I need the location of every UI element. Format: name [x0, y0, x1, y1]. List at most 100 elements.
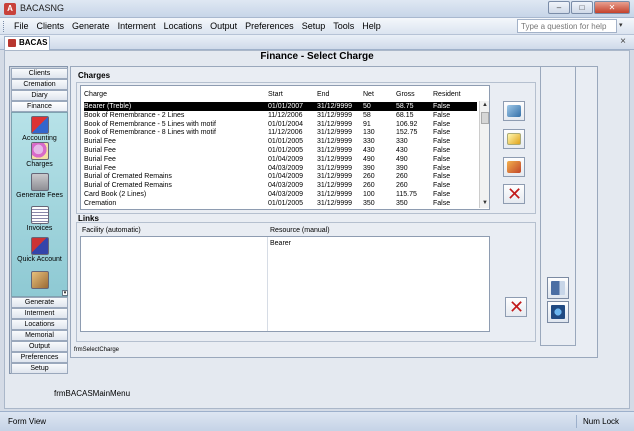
table-row[interactable]: Book of Remembrance - 8 Lines with motif… — [84, 128, 477, 137]
cell-net: 350 — [363, 199, 375, 207]
close-document-icon[interactable]: × — [620, 36, 626, 47]
charges-column-headers: Charge Start End Net Gross Resident — [84, 91, 484, 101]
cell-net: 390 — [363, 164, 375, 172]
resource-value[interactable]: Bearer — [270, 240, 291, 247]
cell-net: 130 — [363, 129, 375, 137]
column-header-net[interactable]: Net — [363, 91, 374, 98]
table-row[interactable]: Burial Fee 01/04/2009 31/12/9999 490 490 Fals… — [84, 155, 477, 164]
cell-start: 04/03/2009 — [268, 191, 304, 198]
table-row[interactable]: Burial Fee 01/01/2005 31/12/9999 430 430 Fals… — [84, 146, 477, 155]
column-header-gross[interactable]: Gross — [396, 91, 415, 98]
cell-gross: 260 — [396, 173, 408, 181]
nav-button-clients[interactable]: Clients — [11, 68, 68, 79]
nav-button-finance[interactable]: Finance — [11, 101, 68, 112]
table-row[interactable]: Book of Remembrance - 5 Lines with motif… — [84, 120, 477, 129]
new-charge-button[interactable] — [503, 129, 525, 149]
nav-button-diary[interactable]: Diary — [11, 90, 68, 101]
menu-item-file[interactable]: File — [10, 21, 33, 32]
menu-item-tools[interactable]: Tools — [329, 21, 358, 32]
cell-charge: Bearer (Treble) — [84, 103, 132, 110]
navigation-pane: ▾ Accounting Charges Generate Fees Invoices… — [9, 66, 68, 374]
column-header-charge[interactable]: Charge — [84, 91, 107, 98]
nav-tile-accounting[interactable]: Accounting — [12, 116, 67, 143]
cell-gross: 106.92 — [396, 120, 418, 128]
cell-resident: False — [433, 155, 451, 163]
column-header-resource[interactable]: Resource (manual) — [270, 227, 330, 234]
cell-charge: Book of Remembrance - 5 Lines with motif — [84, 120, 216, 128]
nav-button-interment[interactable]: Interment — [11, 308, 68, 319]
menu-item-help[interactable]: Help — [358, 21, 385, 32]
nav-tile-quick-account[interactable]: Quick Account — [12, 237, 67, 264]
nav-button-setup[interactable]: Setup — [11, 363, 68, 374]
help-dropdown-icon[interactable]: ▾ — [619, 21, 623, 29]
scroll-down-icon[interactable]: ▼ — [481, 199, 489, 207]
close-window-button[interactable]: ✕ — [594, 1, 630, 14]
table-row[interactable]: Burial Fee 01/01/2005 31/12/9999 330 330 Fals… — [84, 137, 477, 146]
preview-button[interactable] — [547, 301, 569, 323]
exit-form-button[interactable] — [547, 277, 569, 299]
tab-bacas[interactable]: BACAS — [4, 36, 50, 50]
nav-button-preferences[interactable]: Preferences — [11, 352, 68, 363]
cell-end: 31/12/9999 — [317, 147, 353, 154]
nav-scroll-down-icon[interactable]: ▾ — [62, 290, 68, 296]
cell-charge: Book of Remembrance - 2 Lines — [84, 111, 185, 119]
help-question-input[interactable]: Type a question for help — [517, 19, 617, 33]
nav-button-memorial[interactable]: Memorial — [11, 330, 68, 341]
nav-tile-charges[interactable]: Charges — [12, 142, 67, 169]
menu-item-interment[interactable]: Interment — [114, 21, 160, 32]
table-row[interactable]: Book of Remembrance - 2 Lines 11/12/2006 3… — [84, 111, 477, 120]
column-header-facility[interactable]: Facility (automatic) — [82, 227, 141, 234]
cell-charge: Card Book (2 Lines) — [84, 191, 147, 198]
column-header-end[interactable]: End — [317, 91, 329, 98]
cell-charge: Burial Fee — [84, 164, 116, 172]
menu-item-generate[interactable]: Generate — [68, 21, 114, 32]
column-header-resident[interactable]: Resident — [433, 91, 461, 98]
menu-item-clients[interactable]: Clients — [33, 21, 69, 32]
cell-gross: 58.75 — [396, 103, 414, 110]
maximize-button[interactable]: □ — [571, 1, 593, 14]
cell-start: 11/12/2006 — [268, 129, 303, 137]
new-item-icon — [507, 133, 521, 145]
main-menu-name-label: frmBACASMainMenu — [54, 389, 131, 398]
nav-button-locations[interactable]: Locations — [11, 319, 68, 330]
nav-button-output[interactable]: Output — [11, 341, 68, 352]
scroll-thumb[interactable] — [481, 112, 489, 124]
charges-icon — [30, 142, 49, 160]
delete-link-button[interactable]: ✕ — [505, 297, 527, 317]
nav-button-generate[interactable]: Generate — [11, 297, 68, 308]
menu-item-setup[interactable]: Setup — [298, 21, 330, 32]
flash-charge-button[interactable] — [503, 101, 525, 121]
menu-item-preferences[interactable]: Preferences — [241, 21, 298, 32]
cell-net: 430 — [363, 147, 375, 154]
table-row[interactable]: Cremation 01/01/2005 31/12/9999 350 350 False — [84, 199, 477, 208]
cell-end: 31/12/9999 — [317, 155, 353, 163]
table-row[interactable]: Burial of Cremated Remains 04/03/2009 31/1… — [84, 181, 477, 190]
quick-account-icon — [30, 237, 49, 255]
delete-charge-button[interactable]: ✕ — [503, 184, 525, 204]
menu-item-locations[interactable]: Locations — [160, 21, 207, 32]
links-divider — [267, 237, 268, 331]
cell-start: 01/04/2009 — [268, 155, 304, 163]
column-header-start[interactable]: Start — [268, 91, 283, 98]
nav-tile-generate-fees[interactable]: Generate Fees — [12, 173, 67, 200]
cell-end: 31/12/9999 — [317, 138, 353, 146]
table-row[interactable]: Burial Fee 04/03/2009 31/12/9999 390 390 Fals… — [84, 164, 477, 173]
status-num-lock: Num Lock — [576, 415, 626, 428]
nav-tile-more[interactable] — [12, 271, 67, 289]
cell-charge: Burial Fee — [84, 138, 116, 146]
cell-charge: Book of Remembrance - 8 Lines with motif — [84, 129, 216, 137]
status-view-mode: Form View — [8, 417, 47, 426]
edit-charge-button[interactable] — [503, 157, 525, 177]
nav-tile-invoices[interactable]: Invoices — [12, 206, 67, 233]
nav-button-cremation[interactable]: Cremation — [11, 79, 68, 90]
minimize-button[interactable]: – — [548, 1, 570, 14]
table-row[interactable]: Bearer (Treble) 01/01/2007 31/12/9999 50 58.… — [84, 102, 477, 111]
nav-tile-label: Invoices — [26, 225, 53, 232]
charges-scrollbar[interactable]: ▲ ▼ — [479, 101, 489, 208]
table-row[interactable]: Burial of Cremated Remains 01/04/2009 31/1… — [84, 172, 477, 181]
cell-charge: Burial Fee — [84, 155, 116, 163]
links-list[interactable] — [80, 236, 490, 332]
menu-item-output[interactable]: Output — [206, 21, 241, 32]
table-row[interactable]: Card Book (2 Lines) 04/03/2009 31/12/9999 1… — [84, 190, 477, 199]
scroll-up-icon[interactable]: ▲ — [481, 101, 489, 109]
